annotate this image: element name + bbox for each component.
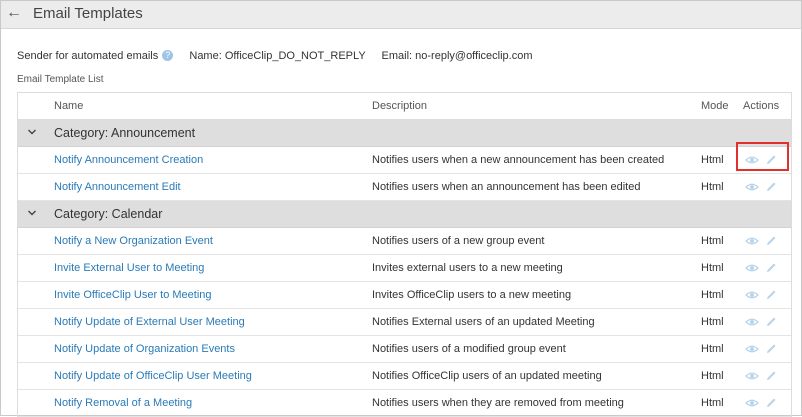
eye-icon[interactable] — [745, 180, 759, 194]
chevron-down-icon[interactable] — [27, 120, 37, 146]
row-actions — [745, 234, 783, 248]
table-row: Notify Update of OfficeClip User Meeting… — [18, 363, 791, 390]
template-mode: Html — [701, 154, 724, 166]
template-name-link[interactable]: Notify Removal of a Meeting — [54, 397, 192, 409]
pencil-icon[interactable] — [764, 180, 778, 194]
row-actions — [745, 315, 783, 329]
table-header-row: Name Description Mode Actions — [18, 93, 791, 120]
table-row: Notify Announcement Edit Notifies users w… — [18, 174, 791, 201]
template-description: Notifies External users of an updated Me… — [372, 316, 595, 328]
row-actions — [745, 261, 783, 275]
arrow-left-icon[interactable]: ← — [6, 3, 22, 23]
template-description: Notifies users when an announcement has … — [372, 181, 641, 193]
template-description: Notifies users when they are removed fro… — [372, 397, 624, 409]
category-row[interactable]: Category: Announcement — [18, 120, 791, 147]
sender-info: Sender for automated emails ? Name: Offi… — [17, 50, 533, 62]
template-description: Notifies OfficeClip users of an updated … — [372, 370, 602, 382]
table-row: Invite OfficeClip User to Meeting Invites… — [18, 282, 791, 309]
template-name-link[interactable]: Notify Update of OfficeClip User Meeting — [54, 370, 252, 382]
row-actions — [745, 396, 783, 410]
row-actions — [745, 369, 783, 383]
pencil-icon[interactable] — [764, 234, 778, 248]
template-mode: Html — [701, 316, 724, 328]
column-header-name: Name — [54, 100, 84, 112]
template-mode: Html — [701, 262, 724, 274]
template-name-link[interactable]: Notify Update of Organization Events — [54, 343, 235, 355]
sender-name-label: Name: — [189, 50, 222, 62]
table-row: Invite External User to Meeting Invites e… — [18, 255, 791, 282]
eye-icon[interactable] — [745, 396, 759, 410]
category-label: Category: Calendar — [54, 207, 163, 221]
sender-label: Sender for automated emails — [17, 50, 159, 62]
eye-icon[interactable] — [745, 342, 759, 356]
table-row: Notify a New Organization Event Notifies … — [18, 228, 791, 255]
template-mode: Html — [701, 181, 724, 193]
page-title: Email Templates — [33, 5, 143, 22]
template-description: Invites OfficeClip users to a new meetin… — [372, 289, 572, 301]
pencil-icon[interactable] — [764, 342, 778, 356]
table-body: Category: Announcement Notify Announcemen… — [18, 120, 791, 417]
row-actions — [745, 288, 783, 302]
template-name-link[interactable]: Notify Announcement Edit — [54, 181, 181, 193]
sender-email-value: no-reply@officeclip.com — [415, 50, 533, 62]
row-actions — [745, 153, 783, 167]
template-name-link[interactable]: Invite OfficeClip User to Meeting — [54, 289, 212, 301]
eye-icon[interactable] — [745, 234, 759, 248]
template-list-title: Email Template List — [17, 74, 104, 85]
row-actions — [745, 342, 783, 356]
category-label: Category: Announcement — [54, 126, 196, 140]
template-description: Notifies users of a modified group event — [372, 343, 566, 355]
template-mode: Html — [701, 343, 724, 355]
template-description: Notifies users of a new group event — [372, 235, 545, 247]
template-name-link[interactable]: Notify Announcement Creation — [54, 154, 203, 166]
table-row: Notify Announcement Creation Notifies use… — [18, 147, 791, 174]
help-icon[interactable]: ? — [162, 50, 174, 61]
template-name-link[interactable]: Notify a New Organization Event — [54, 235, 213, 247]
pencil-icon[interactable] — [764, 261, 778, 275]
template-name-link[interactable]: Invite External User to Meeting — [54, 262, 204, 274]
pencil-icon[interactable] — [764, 396, 778, 410]
eye-icon[interactable] — [745, 153, 759, 167]
eye-icon[interactable] — [745, 315, 759, 329]
category-row[interactable]: Category: Calendar — [18, 201, 791, 228]
pencil-icon[interactable] — [764, 288, 778, 302]
template-mode: Html — [701, 397, 724, 409]
page-header: ← Email Templates — [1, 1, 801, 29]
pencil-icon[interactable] — [764, 369, 778, 383]
template-mode: Html — [701, 289, 724, 301]
pencil-icon[interactable] — [764, 315, 778, 329]
sender-name-value: OfficeClip_DO_NOT_REPLY — [224, 50, 366, 62]
pencil-icon[interactable] — [764, 153, 778, 167]
template-description: Notifies users when a new announcement h… — [372, 154, 665, 166]
sender-email-label: Email: — [381, 50, 413, 62]
template-table: Name Description Mode Actions Category: … — [17, 92, 792, 417]
column-header-actions: Actions — [743, 100, 780, 112]
eye-icon[interactable] — [745, 261, 759, 275]
chevron-down-icon[interactable] — [27, 201, 37, 227]
row-actions — [745, 180, 783, 194]
template-mode: Html — [701, 370, 724, 382]
column-header-mode: Mode — [701, 100, 729, 112]
eye-icon[interactable] — [745, 369, 759, 383]
table-row: Notify Update of Organization Events Noti… — [18, 336, 791, 363]
eye-icon[interactable] — [745, 288, 759, 302]
table-row: Notify Update of External User Meeting No… — [18, 309, 791, 336]
table-row: Notify Removal of a Meeting Notifies user… — [18, 390, 791, 417]
column-header-description: Description — [372, 100, 428, 112]
template-name-link[interactable]: Notify Update of External User Meeting — [54, 316, 245, 328]
template-mode: Html — [701, 235, 724, 247]
template-description: Invites external users to a new meeting — [372, 262, 563, 274]
